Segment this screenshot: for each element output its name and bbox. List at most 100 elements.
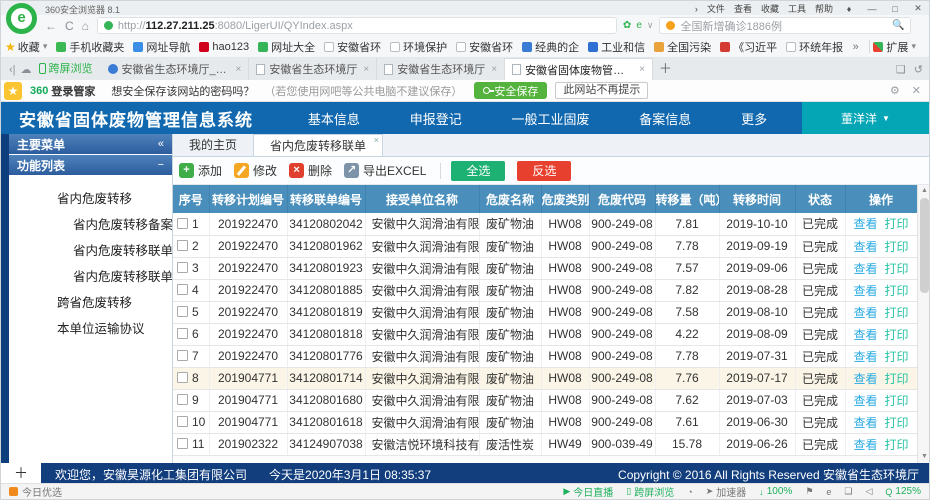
view-link[interactable]: 查看 (853, 350, 877, 364)
ie-mode-status-item[interactable]: e (826, 487, 831, 497)
tab-close-icon[interactable]: × (363, 64, 369, 75)
view-link[interactable]: 查看 (853, 240, 877, 254)
minimize-button[interactable]: — (865, 4, 879, 14)
maximize-button[interactable]: □ (888, 4, 902, 14)
sidebar-add-button[interactable]: ＋ (1, 463, 41, 485)
search-icon[interactable]: 🔍 (892, 20, 904, 31)
dismiss-button[interactable]: 此网站不再提示 (555, 82, 648, 99)
column-header[interactable]: 转移量（吨） (655, 185, 719, 213)
bookmark-item[interactable]: 《习近平 (720, 39, 777, 55)
row-checkbox[interactable] (177, 416, 188, 427)
view-link[interactable]: 查看 (853, 416, 877, 430)
view-link[interactable]: 查看 (853, 217, 877, 231)
print-link[interactable]: 打印 (885, 416, 909, 430)
nav-item-更多[interactable]: 更多 (741, 109, 767, 128)
bookmark-item[interactable]: 网址大全 (258, 39, 315, 55)
view-link[interactable]: 查看 (853, 328, 877, 342)
column-header[interactable]: 危废代码 (589, 185, 655, 213)
accelerate-icon[interactable]: ✿ (623, 20, 631, 31)
tab-close-icon[interactable]: × (236, 64, 242, 75)
phone-status-item[interactable]: ▯跨屏浏览 (626, 484, 674, 499)
column-header[interactable]: 序号 (173, 185, 209, 213)
view-link[interactable]: 查看 (853, 438, 877, 452)
修改-tool-button[interactable]: 修改 (234, 162, 277, 179)
mode-dropdown-icon[interactable]: ∨ (647, 20, 654, 31)
tab-list-icon[interactable]: ❏ (896, 63, 906, 76)
browser-tab[interactable]: 安徽省生态环境厅× (249, 58, 377, 80)
reopen-tab-icon[interactable]: ↺ (914, 63, 923, 76)
print-link[interactable]: 打印 (885, 284, 909, 298)
print-link[interactable]: 打印 (885, 240, 909, 254)
site-speed-icon[interactable] (104, 21, 113, 30)
view-link[interactable]: 查看 (853, 394, 877, 408)
nav-item-申报登记[interactable]: 申报登记 (410, 109, 462, 128)
nav-item-基本信息[interactable]: 基本信息 (308, 109, 360, 128)
bookmark-item[interactable]: hao123 (199, 39, 249, 55)
print-link[interactable]: 打印 (885, 372, 909, 386)
rocket-status-item[interactable]: ➤加速器 (706, 484, 747, 499)
sidebar-item[interactable]: 省内危废转移联单 (9, 238, 172, 264)
menubar-item[interactable]: 文件 (707, 2, 725, 15)
bookmark-item[interactable]: 经典的企 (522, 39, 579, 55)
refresh-icon[interactable]: C (65, 19, 74, 33)
view-link[interactable]: 查看 (853, 306, 877, 320)
scrollbar-thumb[interactable] (920, 198, 929, 293)
content-tab[interactable]: 省内危废转移联单× (253, 134, 383, 156)
menubar-item[interactable]: 收藏 (761, 2, 779, 15)
导出EXCEL-tool-button[interactable]: ↗导出EXCEL (344, 162, 426, 179)
bookmark-item[interactable]: 环统年报 (786, 39, 843, 55)
删除-tool-button[interactable]: ×删除 (289, 162, 332, 179)
scroll-down-icon[interactable]: ▼ (918, 451, 930, 463)
tab-close-icon[interactable]: × (374, 136, 379, 145)
collapse-sidebar-icon[interactable]: « (158, 138, 164, 150)
print-link[interactable]: 打印 (885, 394, 909, 408)
menubar-item[interactable]: 查看 (734, 2, 752, 15)
bookmark-item[interactable]: 环境保护 (390, 39, 447, 55)
collapse-section-icon[interactable]: − (158, 159, 164, 171)
cloud-sync-icon[interactable]: ☁ (21, 63, 32, 76)
column-header[interactable]: 转移计划编号 (209, 185, 287, 213)
cross-screen-button[interactable]: 跨屏浏览 (39, 60, 93, 76)
user-menu[interactable]: 董洋洋 ▼ (802, 102, 929, 134)
row-checkbox[interactable] (177, 262, 188, 273)
tab-close-icon[interactable]: × (491, 64, 497, 75)
favorites-star-icon[interactable]: ★ (5, 40, 16, 54)
zoom-status-item[interactable]: Q125% (885, 486, 921, 497)
menubar-item[interactable]: 工具 (788, 2, 806, 15)
tab-close-icon[interactable]: × (639, 64, 645, 75)
favorites-menu[interactable]: 收藏 ▾ (18, 39, 48, 55)
sidebar-item[interactable]: 省内危废转移联单退运 (9, 264, 172, 290)
view-link[interactable]: 查看 (853, 372, 877, 386)
scroll-up-icon[interactable]: ▲ (918, 185, 930, 197)
sidebar-item[interactable]: 跨省危废转移 (9, 290, 172, 316)
sidebar-item[interactable]: 省内危废转移 (9, 186, 172, 212)
row-checkbox[interactable] (177, 218, 188, 229)
browser-tab[interactable]: 安徽省固体废物管理信息系统× (505, 58, 653, 80)
play-status-item[interactable]: ▶今日直播 (563, 484, 613, 499)
row-checkbox[interactable] (177, 306, 188, 317)
bookmark-item[interactable]: 工业和信 (588, 39, 645, 55)
row-checkbox[interactable] (177, 372, 188, 383)
sidebar-function-header[interactable]: 功能列表− (9, 155, 172, 175)
browser-tab[interactable]: 安徽省生态环境厅_百度搜索× (101, 58, 250, 80)
new-tab-button[interactable]: ＋ (659, 58, 672, 77)
print-link[interactable]: 打印 (885, 306, 909, 320)
download-status-item[interactable]: ↓100% (759, 486, 792, 497)
column-header[interactable]: 转移联单编号 (287, 185, 365, 213)
bookmark-item[interactable]: 网址导航 (133, 39, 190, 55)
notification-settings-icon[interactable]: ⚙ (890, 84, 900, 97)
nav-item-备案信息[interactable]: 备案信息 (639, 109, 691, 128)
row-checkbox[interactable] (177, 350, 188, 361)
home-icon[interactable]: ⌂ (82, 19, 89, 33)
view-link[interactable]: 查看 (853, 262, 877, 276)
menubar-item[interactable]: 帮助 (815, 2, 833, 15)
row-checkbox[interactable] (177, 394, 188, 405)
row-checkbox[interactable] (177, 284, 188, 295)
sidebar-item[interactable]: 本单位运输协议 (9, 316, 172, 342)
table-scrollbar[interactable]: ▲ ▼ (917, 185, 930, 463)
dial-status-item[interactable]: ◔ (687, 487, 692, 497)
menu-expand-icon[interactable]: › (695, 4, 698, 14)
compat-mode-icon[interactable]: e (636, 20, 642, 31)
print-link[interactable]: 打印 (885, 217, 909, 231)
bookmarks-overflow-icon[interactable]: » (853, 41, 859, 53)
